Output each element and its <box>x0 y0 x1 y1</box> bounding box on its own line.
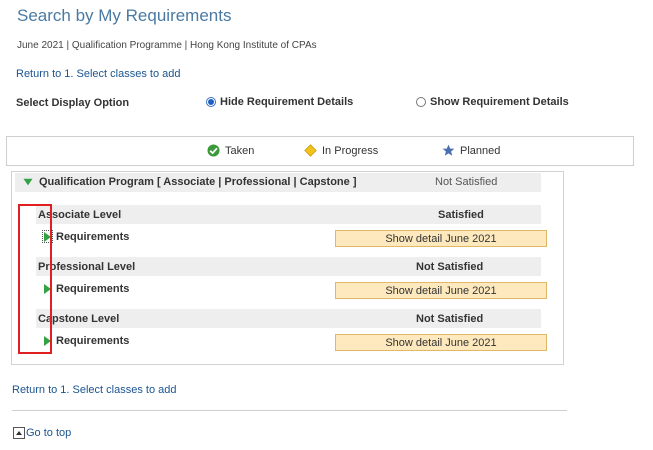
star-icon <box>442 144 455 156</box>
requirements-toggle-associate[interactable]: Requirements <box>42 230 129 243</box>
radio-hide-details[interactable]: Hide Requirement Details <box>206 96 353 108</box>
requirements-toggle-capstone[interactable]: Requirements <box>42 334 129 347</box>
diamond-icon <box>304 144 317 157</box>
legend-planned: Planned <box>442 144 500 157</box>
check-icon <box>207 144 220 157</box>
requirements-label: Requirements <box>56 334 130 347</box>
requirements-toggle-professional[interactable]: Requirements <box>42 282 129 295</box>
highlight-box <box>18 204 52 354</box>
page-subtitle: June 2021 | Qualification Programme | Ho… <box>17 40 317 51</box>
level-status-professional: Not Satisfied <box>416 261 484 273</box>
chevron-down-icon[interactable] <box>23 178 33 186</box>
level-status-capstone: Not Satisfied <box>416 313 484 325</box>
show-detail-button-professional[interactable]: Show detail June 2021 <box>335 282 547 299</box>
radio-button-unselected[interactable] <box>416 97 426 107</box>
program-status: Not Satisfied <box>435 176 498 188</box>
display-option-label: Select Display Option <box>16 97 130 109</box>
page-title: Search by My Requirements <box>17 6 232 25</box>
program-label: Qualification Program [ Associate | Prof… <box>39 176 357 188</box>
show-detail-button-associate[interactable]: Show detail June 2021 <box>335 230 547 247</box>
divider <box>12 410 567 411</box>
arrow-up-icon[interactable] <box>13 427 25 439</box>
show-detail-button-capstone[interactable]: Show detail June 2021 <box>335 334 547 351</box>
program-toggle[interactable]: Qualification Program [ Associate | Prof… <box>23 176 357 188</box>
requirements-label: Requirements <box>56 282 130 295</box>
legend-taken: Taken <box>207 144 254 157</box>
requirements-label: Requirements <box>56 230 130 243</box>
go-to-top-label: Go to top <box>26 427 72 439</box>
legend-planned-label: Planned <box>460 144 501 157</box>
go-to-top-link[interactable]: Go to top <box>13 427 71 439</box>
legend-taken-label: Taken <box>225 144 255 157</box>
radio-show-details[interactable]: Show Requirement Details <box>416 96 569 108</box>
return-link-top[interactable]: Return to 1. Select classes to add <box>16 68 180 80</box>
radio-show-details-label: Show Requirement Details <box>430 96 569 108</box>
legend-in-progress-label: In Progress <box>322 144 379 157</box>
radio-hide-details-label: Hide Requirement Details <box>220 96 354 108</box>
return-link-bottom[interactable]: Return to 1. Select classes to add <box>12 384 176 396</box>
level-status-associate: Satisfied <box>438 209 484 221</box>
radio-button-selected[interactable] <box>206 97 216 107</box>
legend-in-progress: In Progress <box>304 144 378 157</box>
level-name-professional: Professional Level <box>38 261 136 273</box>
